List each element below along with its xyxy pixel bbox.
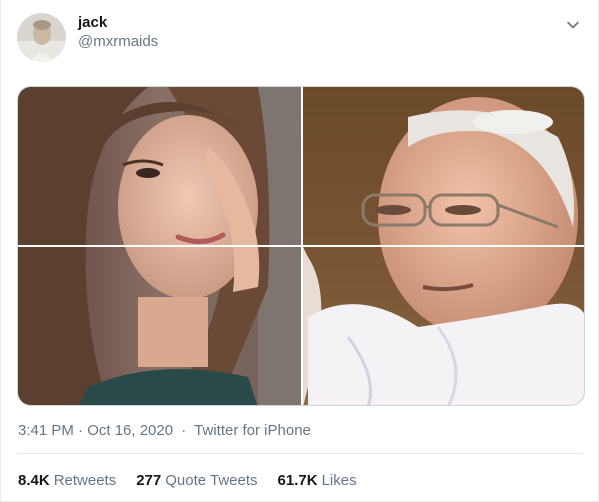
tweet-source[interactable]: Twitter for iPhone [194,422,311,439]
stat-label: Retweets [53,472,117,489]
author-names: jack @mxrmaids [78,13,158,51]
author-handle[interactable]: @mxrmaids [78,32,158,51]
author-display-name[interactable]: jack [78,13,158,32]
stat-retweets[interactable]: 8.4K Retweets [18,471,116,491]
stat-quote-tweets[interactable]: 277 Quote Tweets [136,471,257,491]
divider [17,453,582,454]
tweet-media-grid[interactable] [17,86,585,406]
stat-count: 61.7K [277,472,318,489]
chevron-down-icon[interactable] [562,14,584,36]
tweet-header: jack @mxrmaids [17,12,158,62]
stat-count: 277 [136,472,162,489]
tweet-stats: 8.4K Retweets 277 Quote Tweets 61.7K Likes [18,471,377,491]
stat-label: Quote Tweets [165,472,258,489]
tweet-meta: 3:41 PM · Oct 16, 2020 · Twitter for iPh… [18,421,311,441]
avatar[interactable] [17,12,66,62]
stat-label: Likes [321,472,357,489]
stat-count: 8.4K [18,472,50,489]
tweet-card: jack @mxrmaids 3:41 PM · Oct 16, 2020 · … [0,0,599,502]
stat-likes[interactable]: 61.7K Likes [278,471,357,491]
meta-separator: · [181,422,187,439]
tweet-timestamp[interactable]: 3:41 PM · Oct 16, 2020 [18,422,173,439]
